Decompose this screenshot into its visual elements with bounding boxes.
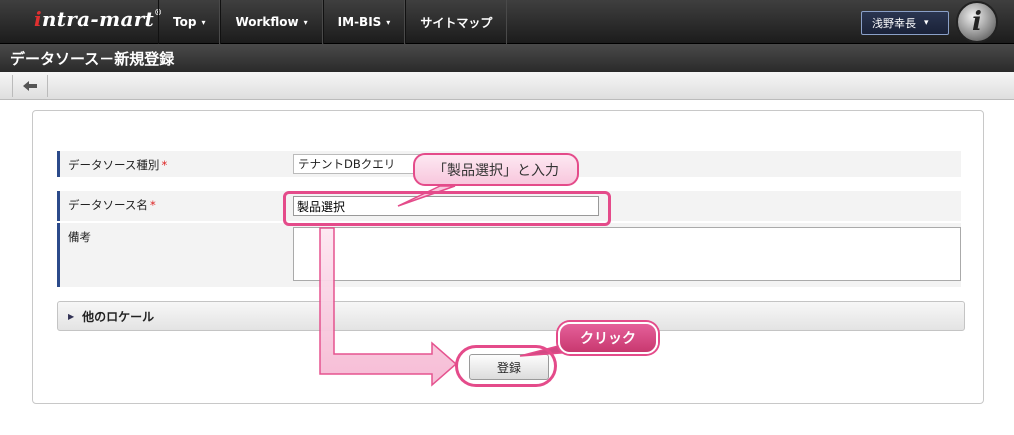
other-locale-toggle[interactable]: ▶ 他のロケール [57,301,965,331]
caret-down-icon: ▾ [201,17,206,27]
nav-top-label: Top [173,15,197,29]
page-title-bar: データソース－新規登録 [0,44,1014,72]
callout-click: クリック [558,322,658,354]
caret-down-icon: ▾ [924,18,929,28]
highlight-register-button [455,345,557,387]
intra-mart-logo[interactable]: intra-mart® [34,7,162,37]
arrow-left-icon [23,81,37,91]
required-mark: * [161,158,168,172]
nav-workflow-label: Workflow [235,15,299,29]
note-label: 備考 [57,223,285,287]
nav-sitemap[interactable]: サイトマップ [405,0,508,44]
user-menu-button[interactable]: 浅野幸長 ▾ [861,11,949,35]
datasource-type-select[interactable]: テナントDBクエリ [293,154,433,174]
nav-workflow[interactable]: Workflow ▾ [220,0,323,44]
top-navbar: intra-mart® Top ▾ Workflow ▾ IM-BIS ▾ サイ… [0,0,1014,44]
note-textarea[interactable] [293,227,961,281]
page-title: データソース－新規登録 [10,49,175,68]
callout-enter-name: 「製品選択」と入力 [413,153,579,186]
datasource-type-label: データソース種別 * [57,151,285,177]
main-nav: Top ▾ Workflow ▾ IM-BIS ▾ サイトマップ [158,0,508,44]
user-name: 浅野幸長 [872,17,916,30]
nav-sitemap-label: サイトマップ [420,15,493,30]
nav-im-bis[interactable]: IM-BIS ▾ [322,0,406,44]
other-locale-label: 他のロケール [82,309,155,324]
highlight-name-input [283,191,611,226]
datasource-name-label: データソース名 * [57,191,285,221]
caret-down-icon: ▾ [386,17,391,27]
back-button[interactable] [12,75,48,97]
toolbar [0,72,1014,100]
triangle-right-icon: ▶ [68,311,75,321]
intra-mart-emblem-icon[interactable]: i [956,1,998,43]
required-mark: * [149,198,156,212]
row-note: 備考 [57,223,961,287]
caret-down-icon: ▾ [303,17,308,27]
nav-top[interactable]: Top ▾ [158,0,221,44]
nav-im-bis-label: IM-BIS [337,15,382,29]
